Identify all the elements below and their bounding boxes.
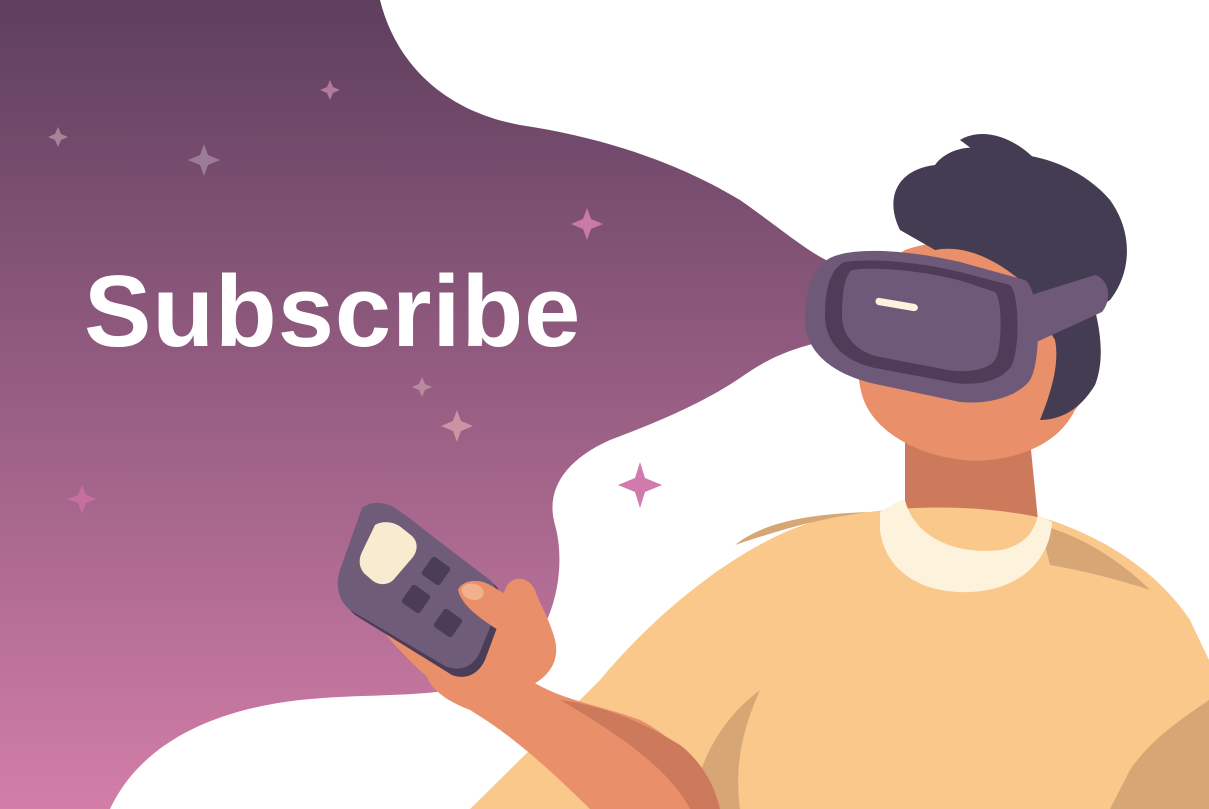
sparkle-icon (618, 462, 662, 508)
subscribe-banner: Subscribe (0, 0, 1209, 809)
vr-illustration (0, 0, 1209, 809)
subscribe-heading: Subscribe (84, 256, 582, 368)
